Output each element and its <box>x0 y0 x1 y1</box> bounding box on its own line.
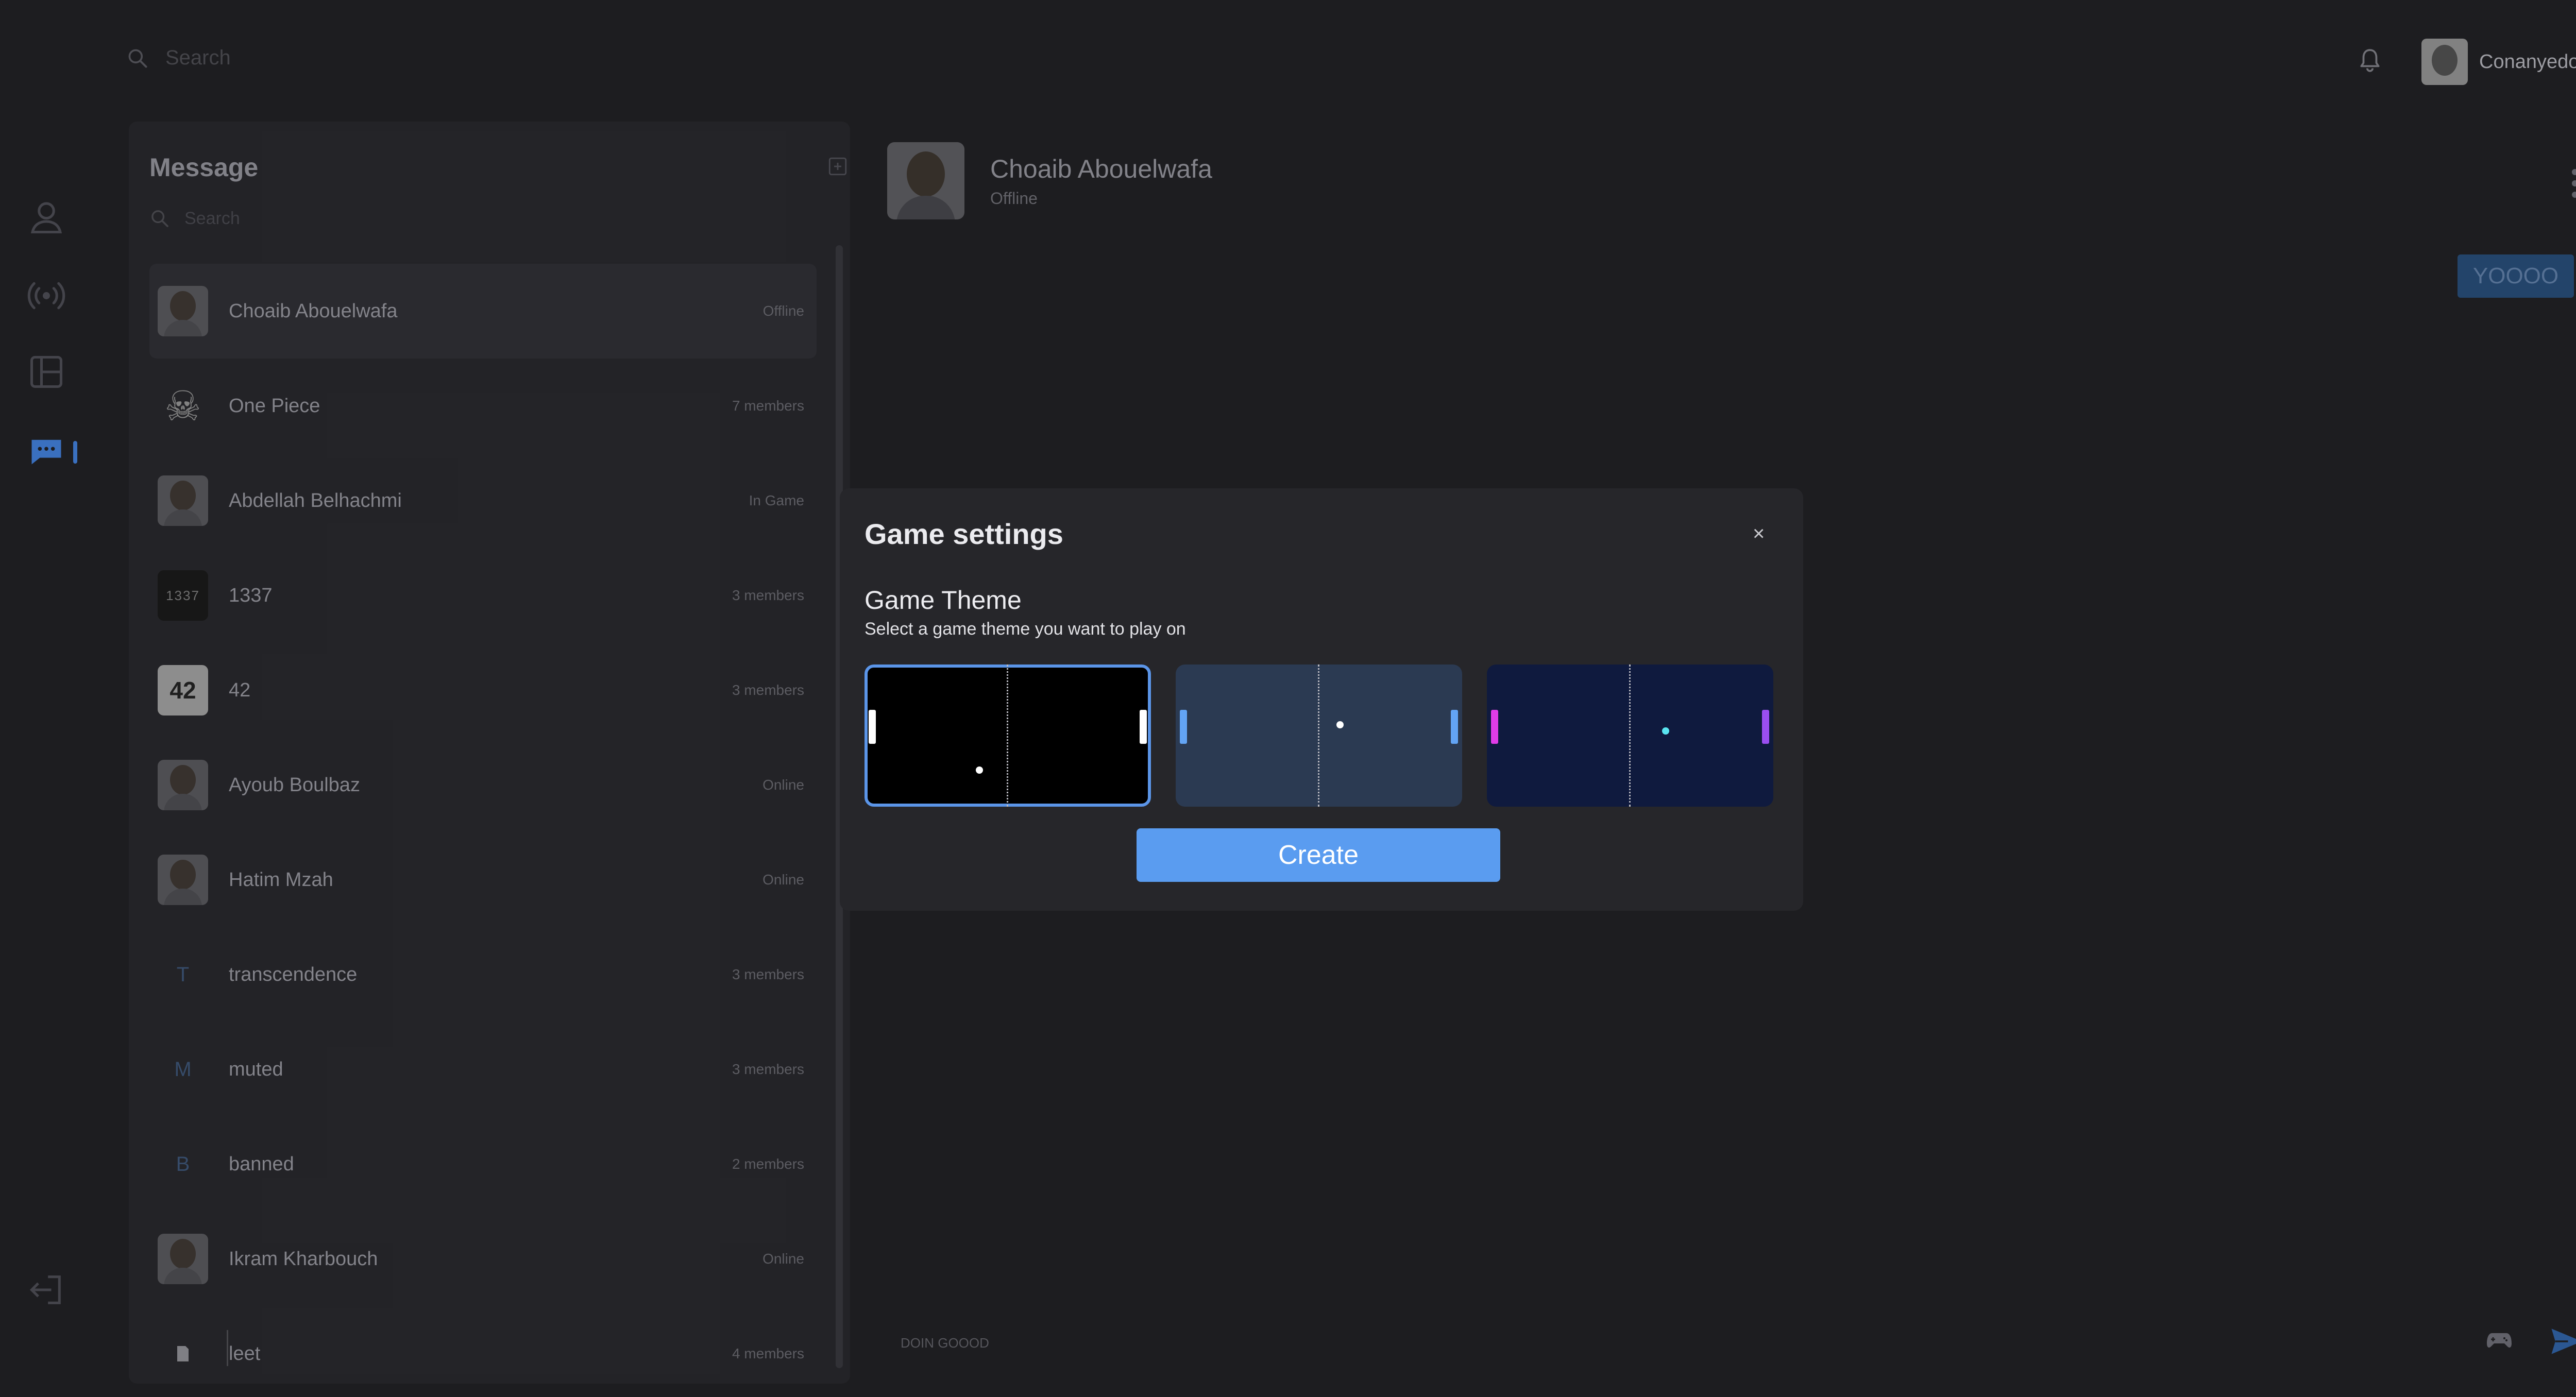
right-paddle <box>1762 710 1769 744</box>
left-paddle <box>1491 710 1498 744</box>
theme-option-slate[interactable] <box>1176 665 1462 807</box>
section-subtitle: Select a game theme you want to play on <box>865 619 1186 639</box>
ball <box>1662 727 1669 735</box>
theme-option-neon[interactable] <box>1487 665 1773 807</box>
game-settings-modal: Game settings × Game Theme Select a game… <box>840 488 1803 911</box>
ball <box>976 766 983 774</box>
court-net <box>1007 665 1008 807</box>
modal-title: Game settings <box>865 518 1063 550</box>
right-paddle <box>1451 710 1458 744</box>
close-icon[interactable]: × <box>1753 522 1765 546</box>
create-button[interactable]: Create <box>1137 828 1500 882</box>
theme-option-classic[interactable] <box>865 665 1151 807</box>
right-paddle <box>1140 710 1147 744</box>
court-net <box>1629 665 1631 807</box>
section-title: Game Theme <box>865 586 1022 615</box>
left-paddle <box>869 710 876 744</box>
ball <box>1336 721 1344 728</box>
left-paddle <box>1180 710 1187 744</box>
court-net <box>1318 665 1319 807</box>
